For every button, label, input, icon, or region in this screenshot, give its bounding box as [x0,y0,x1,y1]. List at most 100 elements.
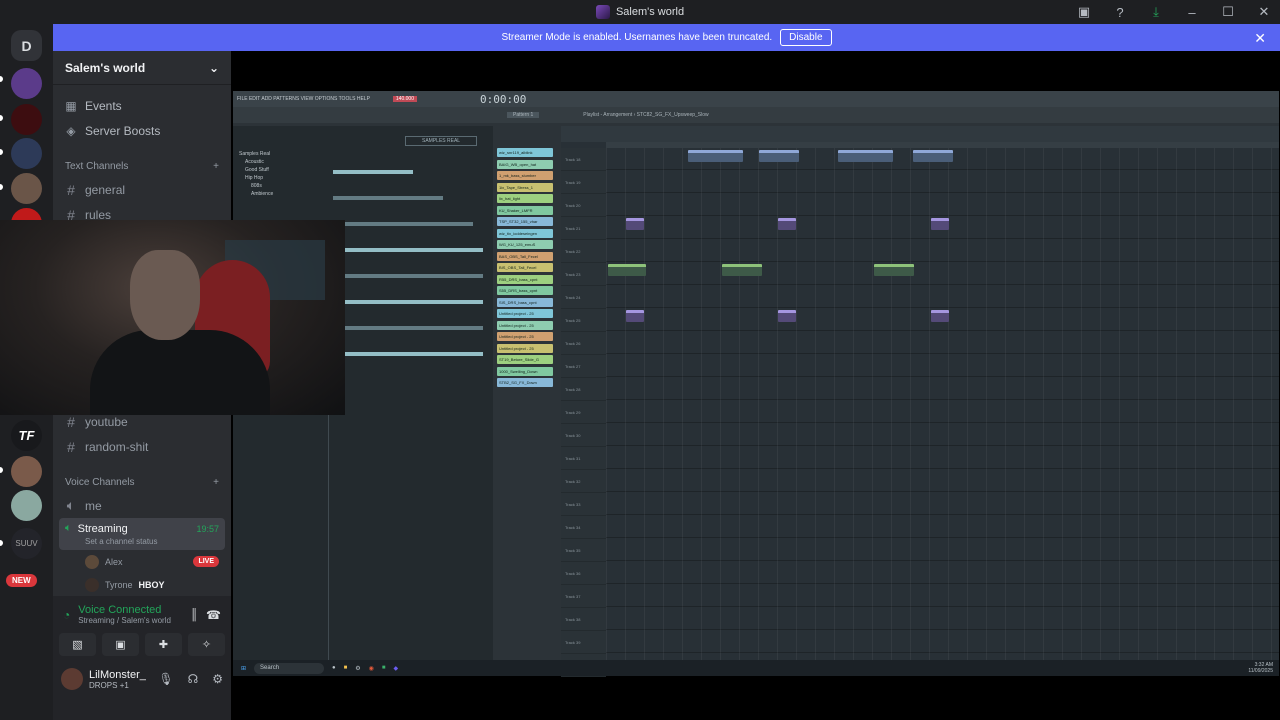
taskbar-app-icon[interactable]: ■ [344,665,348,671]
voice-user[interactable]: Tyrone HBOY [53,573,231,596]
maximize-icon[interactable]: ☐ [1220,4,1236,20]
daw-window[interactable]: FILE EDIT ADD PATTERNS VIEW OPTIONS TOOL… [233,91,1279,677]
taskbar-app-icon[interactable]: ⚙ [355,665,360,672]
soundboard-button[interactable]: ✧ [188,633,225,656]
server-icon-tf[interactable]: TF [11,420,42,451]
server-icon[interactable] [11,456,42,487]
audio-clip[interactable] [688,150,743,162]
nav-server-boosts[interactable]: ◈ Server Boosts [53,118,231,143]
track-label[interactable]: Track 32 [561,470,606,493]
pattern-item[interactable]: Untitled project - 25 [497,332,553,341]
taskbar-app-icon[interactable]: ● [332,665,336,671]
track-label[interactable]: Track 34 [561,516,606,539]
new-badge[interactable]: NEW [6,574,37,587]
audio-clip[interactable] [626,218,644,230]
pattern-item[interactable]: Untitled project - 25 [497,343,553,353]
audio-clip[interactable] [626,310,644,322]
track-label[interactable]: Track 19 [561,171,606,194]
track-label[interactable]: Track 22 [561,240,606,263]
audio-clip[interactable] [608,264,646,276]
username[interactable]: LilMonster_ [89,669,146,681]
pattern-item[interactable]: STB2_SG_FX_Down [497,378,553,387]
playlist[interactable]: Track 18 Track 19 Track 20 Track 21 Track 22… [561,126,1279,677]
browser-folder[interactable]: Acoustic [239,158,329,166]
microphone-icon[interactable]: 🎙︎ [158,672,173,686]
track-label[interactable]: Track 23 [561,263,606,286]
pattern-item[interactable]: R55_DRS_bass_cpnt [497,274,553,284]
track-label[interactable]: Track 38 [561,608,606,631]
pattern-item[interactable]: Untitled project - 25 [497,320,553,330]
voice-connected-label[interactable]: Voice Connected [78,604,182,616]
minimize-icon[interactable]: – [1184,5,1200,20]
pattern-item[interactable]: KU_Shaker_LMFR [497,205,553,215]
pattern-item[interactable]: BAIG_WB_open_hat [497,159,553,169]
pattern-item[interactable]: SIS_DRS_bass_cpnt [497,297,553,307]
browser-folder[interactable]: 808s [239,182,329,190]
daw-menubar[interactable]: FILE EDIT ADD PATTERNS VIEW OPTIONS TOOL… [233,91,1279,107]
server-icon[interactable] [11,138,42,169]
pattern-item[interactable]: TSP_ST32_155_vhar [497,217,553,226]
category-voice-channels[interactable]: Voice Channels + [53,471,231,493]
track-label[interactable]: Track 20 [561,194,606,217]
server-icon[interactable] [11,173,42,204]
pattern-item[interactable]: Untitled project - 25 [497,309,553,318]
audio-clip[interactable] [722,264,762,276]
server-icon-suuv[interactable]: SUUV [11,528,42,559]
audio-clip[interactable] [931,218,949,230]
server-icon-salems-world[interactable] [11,68,42,99]
start-icon[interactable]: ⊞ [241,665,246,672]
daw-toolbar[interactable]: Pattern 1 Playlist - Arrangement › STC82… [233,107,1279,123]
stream-stage[interactable]: FILE EDIT ADD PATTERNS VIEW OPTIONS TOOL… [231,51,1280,720]
track-label[interactable]: Track 25 [561,309,606,332]
settings-gear-icon[interactable]: ⚙ [212,672,223,686]
pattern-item[interactable]: ST19_Betore_Slide_G [497,355,553,364]
home-button[interactable]: D [11,30,42,61]
audio-clip[interactable] [913,150,953,162]
taskbar-app-icon[interactable]: ■ [382,665,386,671]
disable-button[interactable]: Disable [780,29,832,46]
pattern-item[interactable]: 1_mk_bass_slumber [497,171,553,180]
channel-general[interactable]: # general [53,177,231,202]
pattern-list[interactable]: wiz_snr119_alblink BAIG_WB_open_hat 1_mk_b… [497,148,553,418]
close-banner-icon[interactable]: ✕ [1254,30,1266,47]
server-icon[interactable] [11,490,42,521]
audio-clip[interactable] [759,150,799,162]
nav-events[interactable]: ▦ Events [53,93,231,118]
track-label[interactable]: Track 28 [561,378,606,401]
track-label[interactable]: Track 29 [561,401,606,424]
track-label[interactable]: Track 35 [561,539,606,562]
audio-clip[interactable] [778,310,796,322]
taskbar-app-icon[interactable]: ◉ [369,665,374,672]
download-icon[interactable]: ⤓ [1148,4,1164,20]
headphones-icon[interactable]: ☊ [188,672,199,686]
track-label[interactable]: Track 18 [561,148,606,171]
help-icon[interactable]: ? [1112,5,1128,20]
channel-status[interactable]: Set a channel status [85,537,219,546]
pattern-selector[interactable]: Pattern 1 [507,112,540,118]
track-label[interactable]: Track 31 [561,447,606,470]
pattern-item[interactable]: lix_hat_light [497,194,553,203]
server-icon[interactable] [11,104,42,135]
track-labels[interactable]: Track 18 Track 19 Track 20 Track 21 Track 22… [561,148,606,677]
taskbar-search[interactable]: Search [254,662,325,674]
audio-clip[interactable] [874,264,914,276]
audio-clip[interactable] [838,150,893,162]
pattern-item[interactable]: 1000_Swelling_Down [497,366,553,376]
audio-clip[interactable] [931,310,949,322]
pattern-item[interactable]: wiz_tix_ioddeseingen [497,228,553,238]
pattern-item[interactable]: BIS_OBS_Tall_Fecel [497,263,553,272]
close-window-icon[interactable]: ✕ [1256,4,1272,20]
voice-channel-streaming[interactable]: 🔈︎ Streaming 19:57 Set a channel status [59,518,225,550]
pattern-item[interactable]: BAS_OBS_Tall_Fecel [497,251,553,261]
voice-user[interactable]: Alex LIVE [53,550,231,573]
track-label[interactable]: Track 24 [561,286,606,309]
browser-folder[interactable]: Ambience [239,190,329,198]
disconnect-icon[interactable]: ☎ [206,608,221,622]
voice-channel-me[interactable]: 🔈︎ me [53,493,231,518]
avatar[interactable] [61,668,83,690]
pattern-item[interactable]: S55_DRS_bass_cpnt [497,286,553,295]
browser-folder[interactable]: Good Stuff [239,166,329,174]
audio-clip[interactable] [778,218,796,230]
daw-menu[interactable]: FILE EDIT ADD PATTERNS VIEW OPTIONS TOOL… [237,96,370,102]
browser-folder[interactable]: Samples Real [239,150,329,158]
